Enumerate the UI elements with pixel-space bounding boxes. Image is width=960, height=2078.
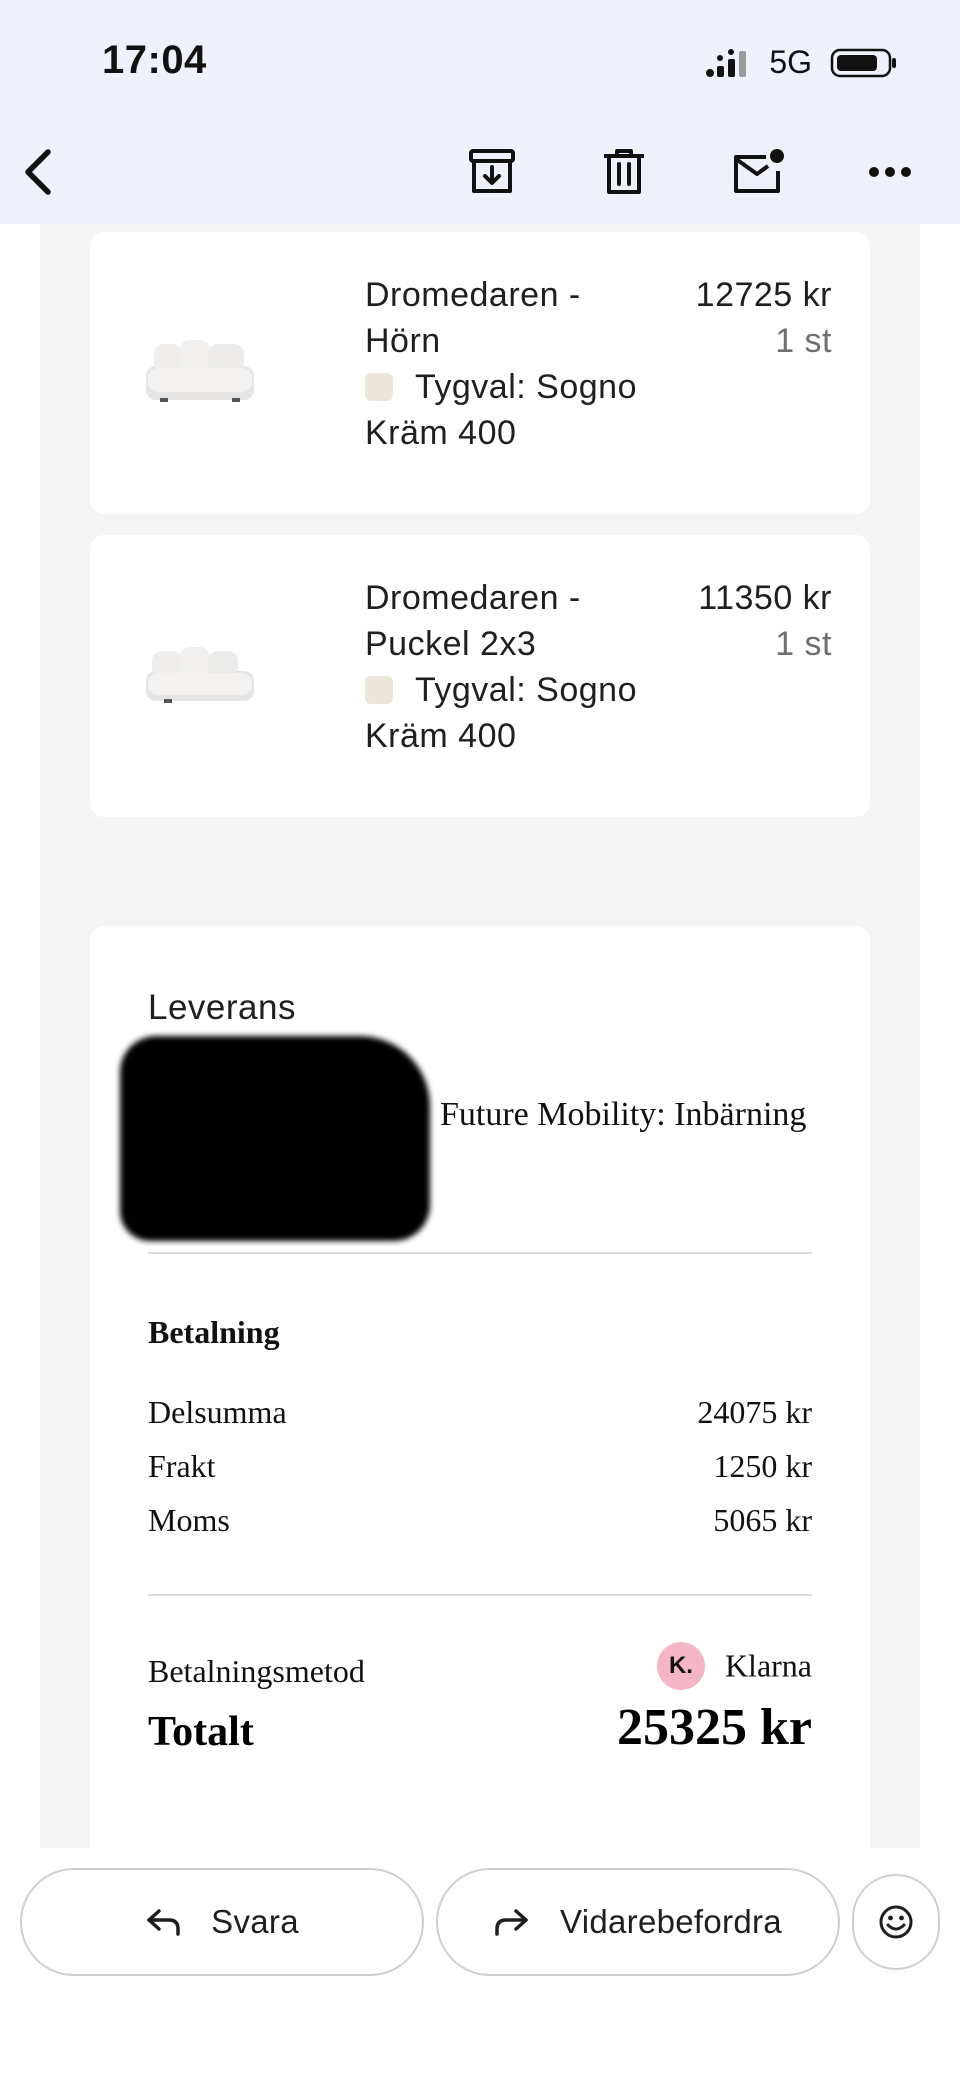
mail-toolbar (0, 120, 960, 224)
payment-method: K. Klarna (656, 1642, 812, 1690)
forward-label: Vidarebefordra (560, 1903, 782, 1940)
divider (148, 1252, 812, 1254)
status-indicators: 5G (705, 44, 898, 81)
archive-icon (469, 149, 515, 193)
forward-button[interactable]: Vidarebefordra (436, 1868, 840, 1976)
signal-icon (706, 48, 747, 77)
item-variant: Tygval: Sogno Kräm 400 (365, 364, 705, 456)
delete-button[interactable] (586, 134, 662, 210)
reply-icon (147, 1909, 180, 1936)
subtotal-value: 24075 kr (697, 1394, 812, 1430)
trash-icon (604, 149, 644, 194)
redaction-block (120, 1036, 430, 1241)
reply-label: Svara (211, 1903, 299, 1940)
mark-unread-icon (734, 149, 784, 193)
emoji-reaction-button[interactable] (852, 1874, 940, 1970)
network-type: 5G (769, 44, 812, 80)
item-name: Dromedaren - Puckel 2x3 (365, 579, 581, 663)
forward-icon (495, 1909, 528, 1936)
archive-button[interactable] (454, 134, 530, 210)
vat-value: 5065 kr (713, 1502, 812, 1538)
battery-icon (830, 48, 896, 77)
item-price: 11350 kr (698, 579, 832, 617)
sofa-corner-image (146, 340, 254, 402)
item-name: Dromedaren - Hörn (365, 276, 581, 360)
status-bar: 17:04 5G (0, 0, 960, 120)
subtotal-label: Delsumma (148, 1394, 287, 1430)
sofa-module-image (146, 647, 254, 703)
item-price: 12725 kr (695, 276, 832, 314)
delivery-method: Future Mobility: Inbärning (440, 1096, 807, 1133)
fabric-swatch (365, 676, 393, 704)
item-quantity: 1 st (775, 625, 832, 663)
order-item-card: Dromedaren - Hörn 12725 kr 1 st Tygval: … (90, 232, 870, 514)
payment-heading: Betalning (148, 1314, 280, 1350)
shipping-label: Frakt (148, 1448, 216, 1484)
emoji-reaction-icon (879, 1905, 913, 1939)
total-label: Totalt (148, 1709, 254, 1755)
status-time: 17:04 (102, 38, 207, 82)
delivery-heading: Leverans (148, 988, 296, 1027)
vat-label: Moms (148, 1502, 230, 1538)
more-horizontal-icon (869, 167, 911, 177)
item-quantity: 1 st (775, 322, 832, 360)
mark-unread-button[interactable] (720, 134, 796, 210)
more-options-button[interactable] (852, 134, 928, 210)
total-value: 25325 kr (617, 1699, 812, 1756)
payment-method-value: Klarna (724, 1647, 812, 1684)
order-item-card: Dromedaren - Puckel 2x3 11350 kr 1 st Ty… (90, 535, 870, 817)
total-row: Totalt 25325 kr (90, 1688, 870, 1848)
shipping-value: 1250 kr (713, 1448, 812, 1484)
back-button[interactable] (0, 134, 76, 210)
item-variant: Tygval: Sogno Kräm 400 (365, 667, 705, 759)
reply-button[interactable]: Svara (20, 1868, 424, 1976)
item-variant-text: Tygval: Sogno Kräm 400 (365, 368, 637, 452)
chevron-left-icon (25, 149, 51, 195)
payment-method-label: Betalningsmetod (148, 1653, 365, 1689)
fabric-swatch (365, 373, 393, 401)
reply-action-bar: Svara Vidarebefordra (0, 1848, 960, 2078)
item-variant-text: Tygval: Sogno Kräm 400 (365, 671, 637, 755)
divider (148, 1594, 812, 1596)
klarna-logo: K. (656, 1642, 705, 1690)
